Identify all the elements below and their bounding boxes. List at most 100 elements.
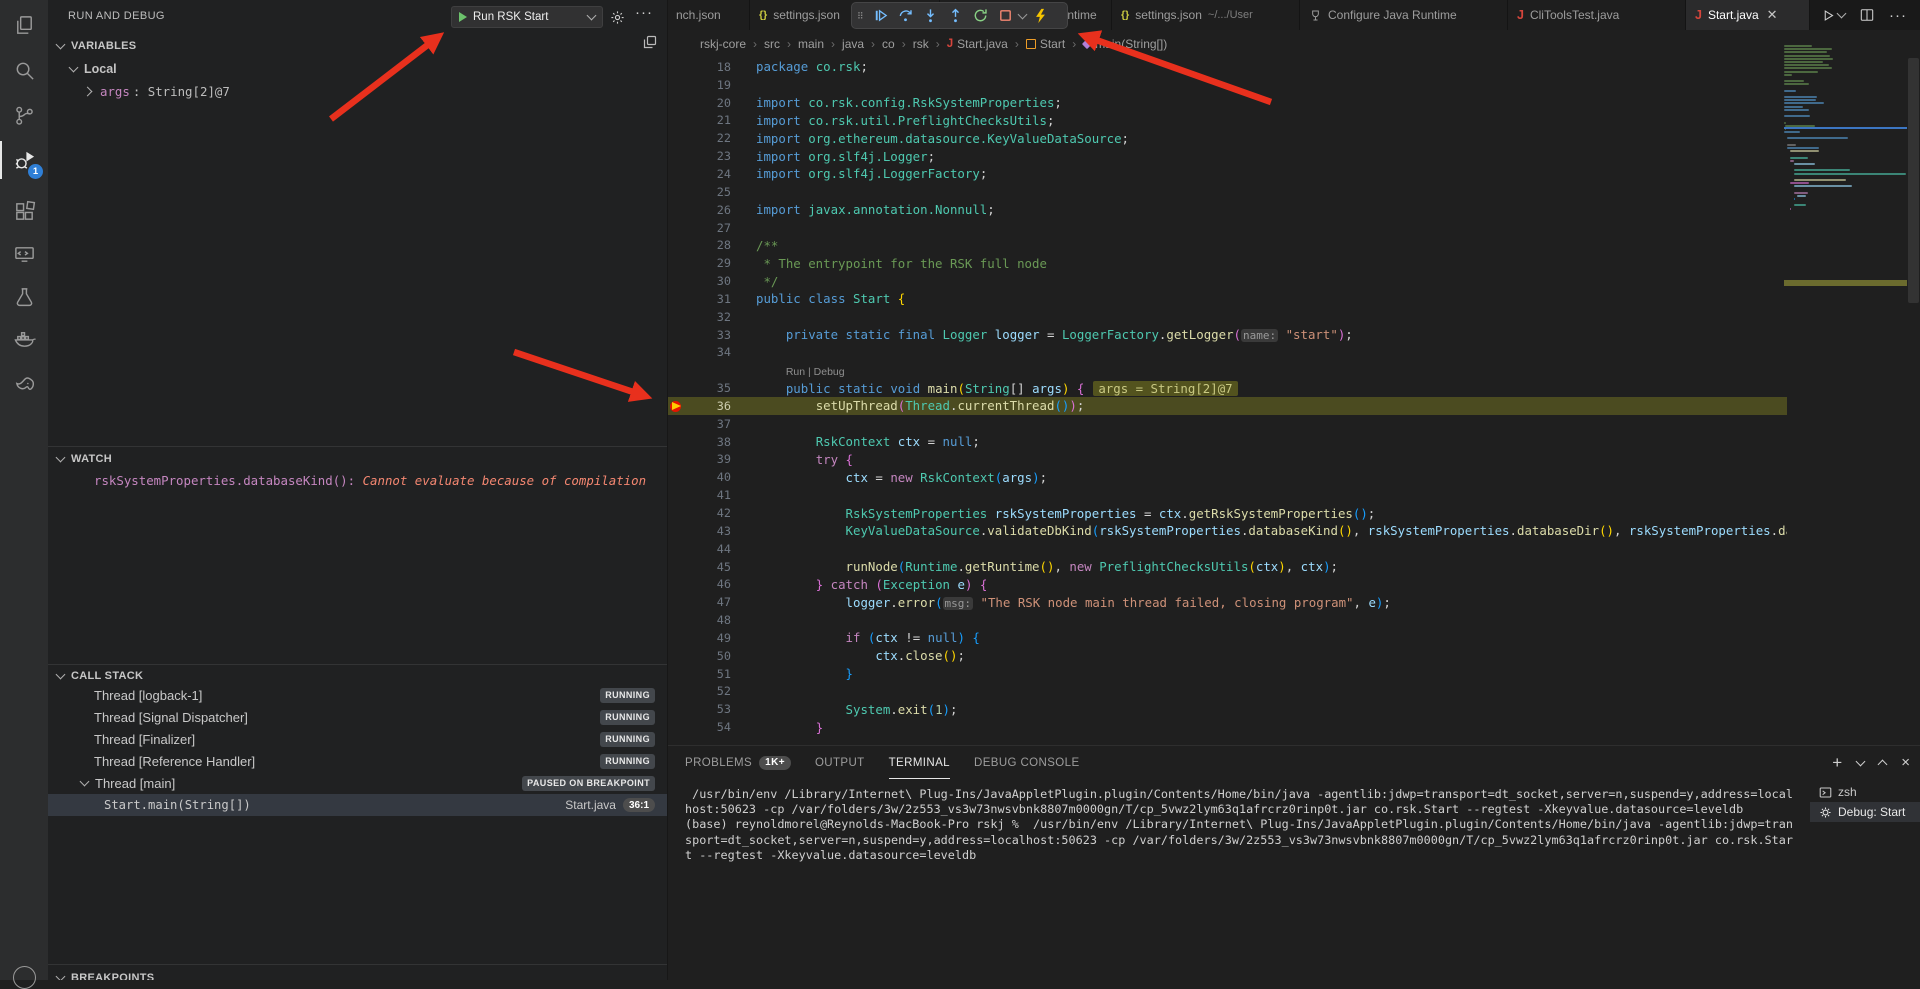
hot-code-replace-icon[interactable] <box>1029 5 1051 27</box>
gradle-icon[interactable] <box>0 360 48 406</box>
line-number[interactable]: 26 <box>687 203 731 217</box>
breakpoint-gutter[interactable] <box>667 415 687 433</box>
breakpoint-gutter[interactable] <box>667 94 687 112</box>
line-number[interactable]: 38 <box>687 435 731 449</box>
explorer-icon[interactable] <box>0 2 48 48</box>
code-area[interactable]: 18package co.rsk;1920import co.rsk.confi… <box>667 58 1787 745</box>
breakpoint-gutter[interactable] <box>667 504 687 522</box>
terminal-output[interactable]: /usr/bin/env /Library/Internet\ Plug-Ins… <box>685 787 1801 863</box>
line-number[interactable]: 35 <box>687 381 731 395</box>
breadcrumb-java[interactable]: java <box>842 37 864 51</box>
breakpoint-gutter[interactable] <box>667 700 687 718</box>
step-over-button[interactable] <box>894 5 916 27</box>
breakpoint-gutter[interactable] <box>667 344 687 362</box>
terminal-item-zsh[interactable]: zsh <box>1810 782 1920 802</box>
breakpoint-gutter[interactable] <box>667 486 687 504</box>
breakpoint-gutter[interactable] <box>667 76 687 94</box>
gear-icon[interactable] <box>610 10 625 25</box>
line-number[interactable]: 31 <box>687 292 731 306</box>
code-line[interactable]: 50 ctx.close(); <box>667 647 1787 665</box>
breakpoint-gutter[interactable] <box>667 665 687 683</box>
extensions-icon[interactable] <box>0 188 48 234</box>
panel-tab-terminal[interactable]: TERMINAL <box>889 746 950 779</box>
code-line[interactable]: 37 <box>667 415 1787 433</box>
breakpoint-paused-icon[interactable] <box>670 401 681 412</box>
breakpoint-gutter[interactable] <box>667 540 687 558</box>
variables-scope-local[interactable]: Local <box>70 59 117 79</box>
maximize-panel-icon[interactable] <box>1878 759 1888 769</box>
breadcrumb-rsk[interactable]: rsk <box>913 37 929 51</box>
breakpoint-gutter[interactable] <box>667 718 687 736</box>
breakpoint-gutter[interactable] <box>667 129 687 147</box>
continue-button[interactable] <box>869 5 891 27</box>
line-number[interactable]: 32 <box>687 310 731 324</box>
stack-frame-row[interactable]: Start.main(String[])Start.java36:1 <box>48 794 667 816</box>
breakpoint-gutter[interactable] <box>667 272 687 290</box>
tab-start-java[interactable]: JStart.java✕ <box>1686 0 1810 30</box>
panel-tab-debug-console[interactable]: DEBUG CONSOLE <box>974 746 1080 779</box>
more-actions-icon[interactable]: ··· <box>635 4 653 21</box>
line-number[interactable]: 45 <box>687 560 731 574</box>
restart-button[interactable] <box>969 5 991 27</box>
variable-args[interactable]: args: String[2]@7 <box>84 81 230 101</box>
code-line[interactable]: 32 <box>667 308 1787 326</box>
docker-icon[interactable] <box>0 315 48 361</box>
line-number[interactable]: 49 <box>687 631 731 645</box>
thread-row[interactable]: Thread [Signal Dispatcher]RUNNING <box>48 706 667 728</box>
code-line[interactable]: 20import co.rsk.config.RskSystemProperti… <box>667 94 1787 112</box>
tab-settings-json[interactable]: {}settings.json~/.../User <box>1112 0 1300 30</box>
code-line[interactable]: 43 KeyValueDataSource.validateDbKind(rsk… <box>667 522 1787 540</box>
watch-expression[interactable]: rskSystemProperties.databaseKind(): Cann… <box>94 470 654 490</box>
breakpoint-gutter[interactable] <box>667 575 687 593</box>
breakpoint-gutter[interactable] <box>667 236 687 254</box>
panel-tab-problems[interactable]: PROBLEMS1K+ <box>685 746 791 779</box>
code-line[interactable]: 46 } catch (Exception e) { <box>667 575 1787 593</box>
breakpoint-gutter[interactable] <box>667 558 687 576</box>
line-number[interactable]: 23 <box>687 149 731 163</box>
breakpoint-gutter[interactable] <box>667 397 687 415</box>
line-number[interactable]: 44 <box>687 542 731 556</box>
code-line[interactable]: 40 ctx = new RskContext(args); <box>667 468 1787 486</box>
split-editor-icon[interactable] <box>1860 8 1874 22</box>
breadcrumb-src[interactable]: src <box>764 37 780 51</box>
line-number[interactable]: 43 <box>687 524 731 538</box>
line-number[interactable]: 18 <box>687 60 731 74</box>
call-stack-section-header[interactable]: CALL STACK <box>48 666 667 686</box>
line-number[interactable]: 46 <box>687 577 731 591</box>
code-line[interactable]: 30 */ <box>667 272 1787 290</box>
line-number[interactable]: 25 <box>687 185 731 199</box>
code-line[interactable]: 34 <box>667 344 1787 362</box>
code-line[interactable]: 38 RskContext ctx = null; <box>667 433 1787 451</box>
code-line[interactable]: 23import org.slf4j.Logger; <box>667 147 1787 165</box>
code-line[interactable]: 52 <box>667 683 1787 701</box>
stop-button[interactable] <box>994 5 1016 27</box>
line-number[interactable]: 20 <box>687 96 731 110</box>
breakpoints-section-header[interactable]: BREAKPOINTS <box>48 968 667 980</box>
breadcrumb-main-string-[interactable]: main(String[]) <box>1083 37 1167 51</box>
line-number[interactable]: 53 <box>687 702 731 716</box>
code-line[interactable]: 27 <box>667 219 1787 237</box>
breakpoint-gutter[interactable] <box>667 201 687 219</box>
tab-configure-java-runtime[interactable]: Configure Java Runtime <box>1300 0 1508 30</box>
line-number[interactable]: 27 <box>687 221 731 235</box>
close-panel-icon[interactable]: × <box>1901 754 1910 771</box>
panel-tab-output[interactable]: OUTPUT <box>815 746 865 779</box>
code-line[interactable]: 51 } <box>667 665 1787 683</box>
breakpoint-gutter[interactable] <box>667 165 687 183</box>
launch-config-dropdown[interactable]: Run RSK Start <box>451 6 603 28</box>
line-number[interactable]: 40 <box>687 470 731 484</box>
line-number[interactable]: 19 <box>687 78 731 92</box>
code-line[interactable]: 25 <box>667 183 1787 201</box>
code-line[interactable]: 36 setUpThread(Thread.currentThread()); <box>667 397 1787 415</box>
testing-icon[interactable] <box>0 274 48 320</box>
watch-section-header[interactable]: WATCH <box>48 449 667 469</box>
breakpoint-gutter[interactable] <box>667 112 687 130</box>
line-number[interactable]: 51 <box>687 667 731 681</box>
code-line[interactable]: 45 runNode(Runtime.getRuntime(), new Pre… <box>667 558 1787 576</box>
breakpoint-gutter[interactable] <box>667 433 687 451</box>
source-control-icon[interactable] <box>0 92 48 138</box>
breakpoint-gutter[interactable] <box>667 647 687 665</box>
line-number[interactable]: 48 <box>687 613 731 627</box>
breakpoint-gutter[interactable] <box>667 629 687 647</box>
line-number[interactable]: 39 <box>687 452 731 466</box>
